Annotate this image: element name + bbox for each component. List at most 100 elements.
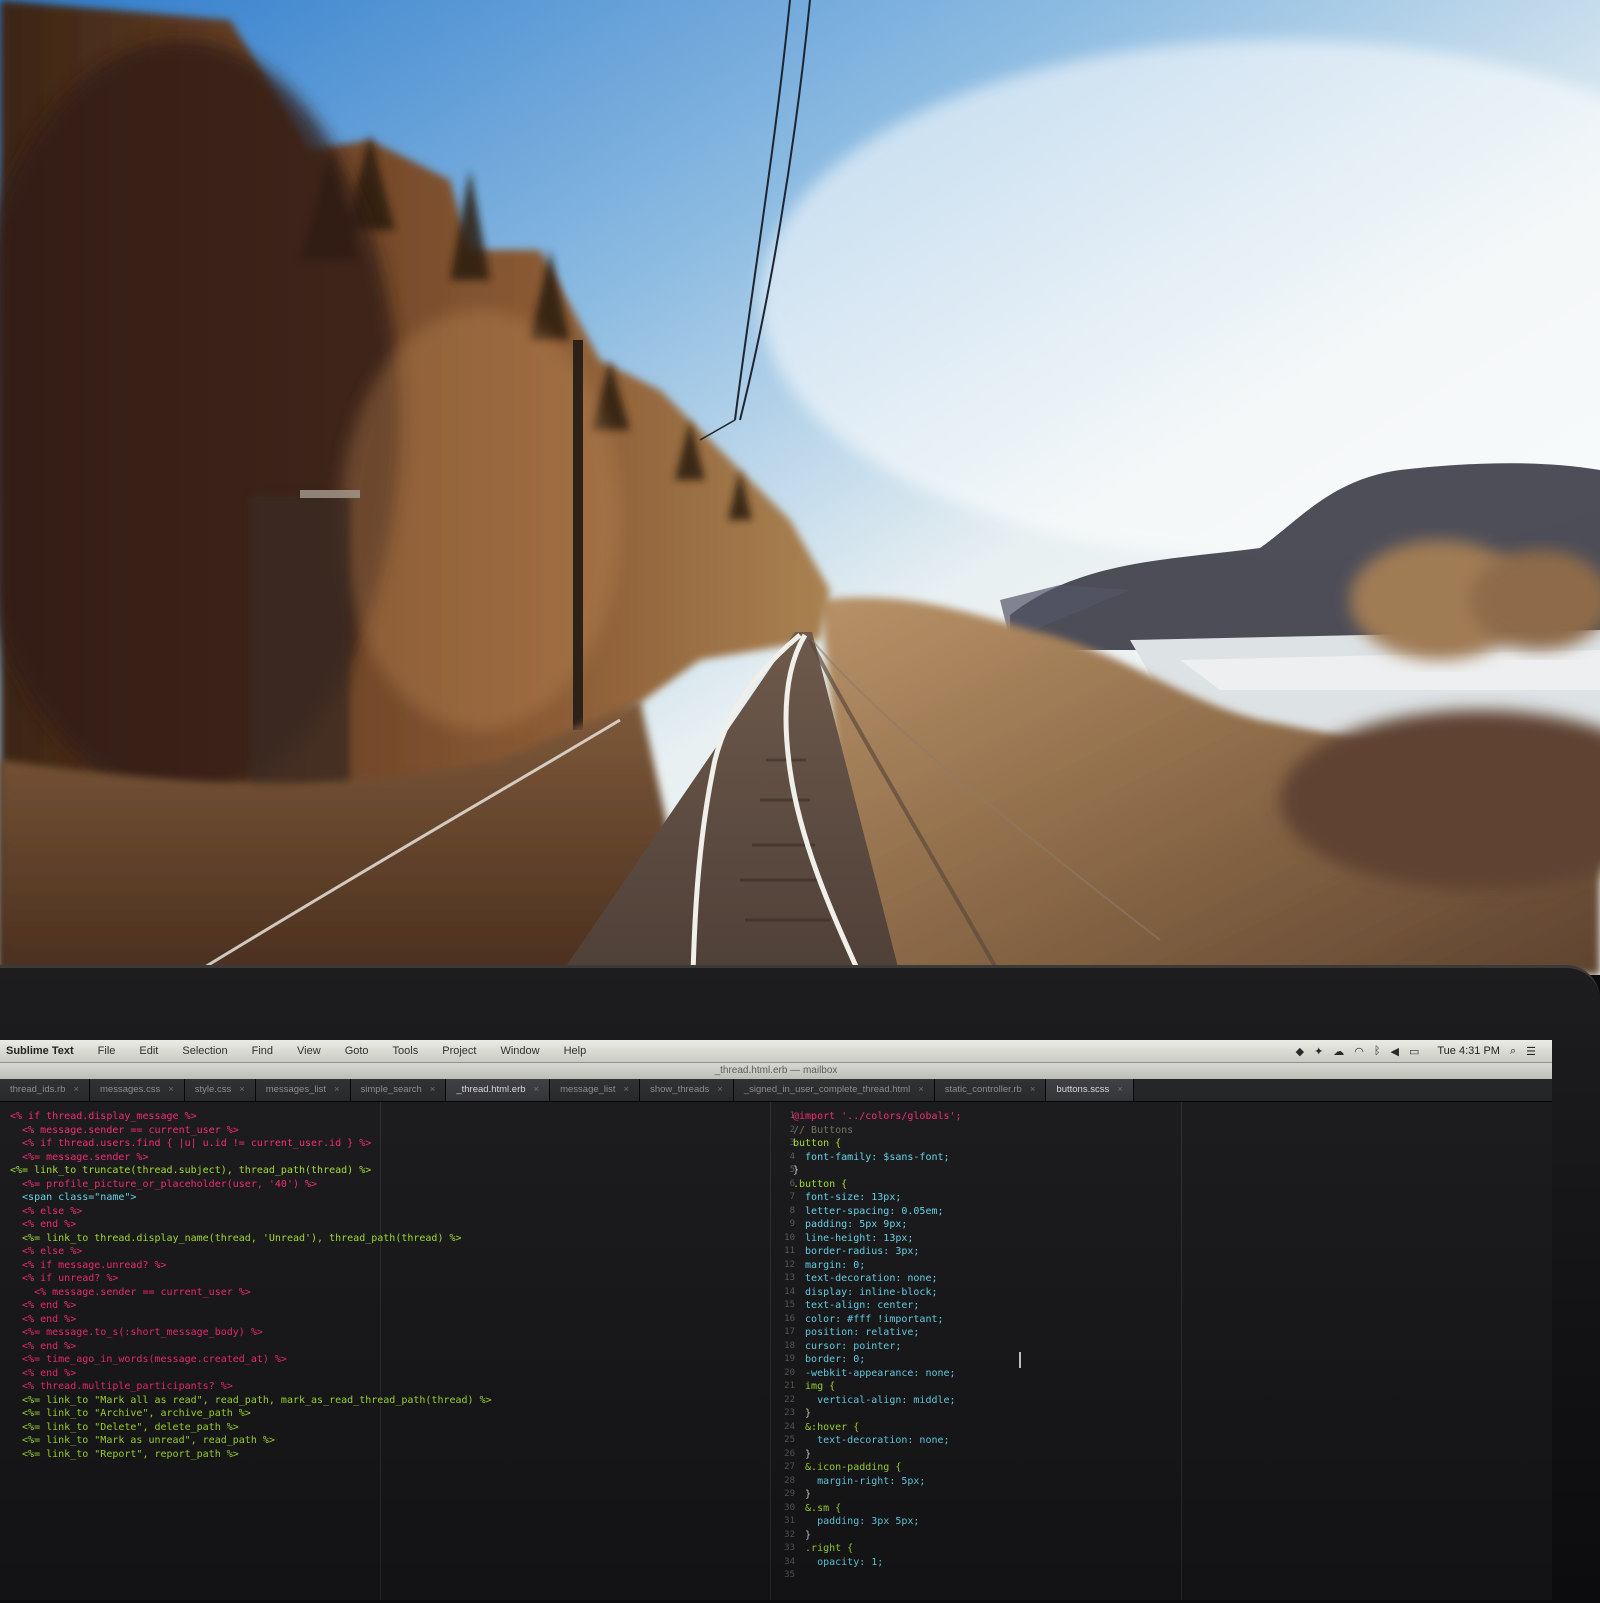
- code-line[interactable]: <span class="name">: [10, 1191, 492, 1205]
- menu-selection[interactable]: Selection: [170, 1045, 239, 1057]
- close-icon[interactable]: ×: [918, 1084, 924, 1095]
- bluetooth-icon[interactable]: ᛒ: [1374, 1045, 1381, 1057]
- tab-signed-in-user[interactable]: _signed_in_user_complete_thread.html ×: [733, 1079, 935, 1101]
- code-line[interactable]: <% end %>: [10, 1313, 492, 1327]
- close-icon[interactable]: ×: [1117, 1084, 1123, 1095]
- code-line[interactable]: // Buttons: [793, 1124, 962, 1138]
- code-line[interactable]: }: [793, 1164, 962, 1178]
- editor-pane-right[interactable]: 1 2 3 4 5 6 7 8 9 10 11 12 13 14 15 16 17 18 19 20 21 22 23 24 2…: [771, 1102, 1552, 1600]
- cloud-icon[interactable]: ☁: [1333, 1045, 1344, 1058]
- editor-pane-left[interactable]: <% if thread.display_message %> <% messa…: [0, 1102, 771, 1600]
- code-line[interactable]: }: [793, 1407, 962, 1421]
- code-line[interactable]: <%= link_to "Mark all as read", read_pat…: [10, 1394, 492, 1408]
- tab-messages-css[interactable]: messages.css ×: [90, 1079, 185, 1101]
- code-line[interactable]: img {: [793, 1380, 962, 1394]
- code-line[interactable]: .right {: [793, 1542, 962, 1556]
- code-line[interactable]: letter-spacing: 0.05em;: [793, 1205, 962, 1219]
- tab-static-controller[interactable]: static_controller.rb ×: [934, 1079, 1047, 1101]
- app-menu[interactable]: Sublime Text: [0, 1045, 86, 1057]
- close-icon[interactable]: ×: [239, 1084, 245, 1095]
- code-line[interactable]: button {: [793, 1137, 962, 1151]
- volume-icon[interactable]: ◀: [1391, 1045, 1399, 1058]
- close-icon[interactable]: ×: [168, 1084, 174, 1095]
- menu-find[interactable]: Find: [240, 1045, 285, 1057]
- code-line[interactable]: padding: 5px 9px;: [793, 1218, 962, 1232]
- code-line[interactable]: .button {: [793, 1178, 962, 1192]
- code-line[interactable]: <%= profile_picture_or_placeholder(user,…: [10, 1178, 492, 1192]
- code-line[interactable]: padding: 3px 5px;: [793, 1515, 962, 1529]
- code-line[interactable]: font-size: 13px;: [793, 1191, 962, 1205]
- code-line[interactable]: <% if thread.users.find { |u| u.id != cu…: [10, 1137, 492, 1151]
- code-line[interactable]: border-radius: 3px;: [793, 1245, 962, 1259]
- twitter-icon[interactable]: ✦: [1314, 1045, 1323, 1058]
- close-icon[interactable]: ×: [624, 1084, 630, 1095]
- menu-goto[interactable]: Goto: [333, 1045, 381, 1057]
- code-line[interactable]: <%= link_to "Delete", delete_path %>: [10, 1421, 492, 1435]
- code-line[interactable]: <% end %>: [10, 1299, 492, 1313]
- code-line[interactable]: margin-right: 5px;: [793, 1475, 962, 1489]
- code-line[interactable]: <% thread.multiple_participants? %>: [10, 1380, 492, 1394]
- tab-thread-erb[interactable]: _thread.html.erb ×: [446, 1079, 551, 1101]
- code-line[interactable]: cursor: pointer;: [793, 1340, 962, 1354]
- dropbox-icon[interactable]: ◆: [1296, 1045, 1304, 1058]
- code-line[interactable]: }: [793, 1448, 962, 1462]
- menubar-clock[interactable]: Tue 4:31 PM: [1437, 1045, 1500, 1057]
- code-line[interactable]: <%= message.sender %>: [10, 1151, 492, 1165]
- code-line[interactable]: }: [793, 1529, 962, 1543]
- menu-view[interactable]: View: [285, 1045, 333, 1057]
- code-line[interactable]: text-decoration: none;: [793, 1434, 962, 1448]
- code-line[interactable]: text-align: center;: [793, 1299, 962, 1313]
- code-line[interactable]: <% message.sender == current_user %>: [10, 1124, 492, 1138]
- menu-project[interactable]: Project: [430, 1045, 488, 1057]
- code-line[interactable]: }: [793, 1488, 962, 1502]
- code-line[interactable]: <%= link_to "Mark as unread", read_path …: [10, 1434, 492, 1448]
- battery-icon[interactable]: ▭: [1409, 1045, 1419, 1058]
- code-line[interactable]: <% else %>: [10, 1205, 492, 1219]
- close-icon[interactable]: ×: [430, 1084, 436, 1095]
- code-right[interactable]: @import '../colors/globals';// Buttons bu…: [793, 1110, 962, 1569]
- code-line[interactable]: <%= link_to thread.display_name(thread, …: [10, 1232, 492, 1246]
- code-line[interactable]: <% message.sender == current_user %>: [10, 1286, 492, 1300]
- code-line[interactable]: border: 0;: [793, 1353, 962, 1367]
- notification-center-icon[interactable]: ☰: [1526, 1045, 1536, 1058]
- tab-style-css[interactable]: style.css ×: [184, 1079, 256, 1101]
- close-icon[interactable]: ×: [334, 1084, 340, 1095]
- code-line[interactable]: <% if unread? %>: [10, 1272, 492, 1286]
- code-left[interactable]: <% if thread.display_message %> <% messa…: [10, 1110, 492, 1461]
- code-line[interactable]: &.sm {: [793, 1502, 962, 1516]
- menu-file[interactable]: File: [86, 1045, 128, 1057]
- tab-thread-ids[interactable]: thread_ids.rb ×: [0, 1079, 91, 1101]
- code-line[interactable]: &.icon-padding {: [793, 1461, 962, 1475]
- code-line[interactable]: text-decoration: none;: [793, 1272, 962, 1286]
- code-line[interactable]: &:hover {: [793, 1421, 962, 1435]
- spotlight-icon[interactable]: ⌕: [1510, 1045, 1516, 1058]
- code-line[interactable]: color: #fff !important;: [793, 1313, 962, 1327]
- tab-show-threads[interactable]: show_threads ×: [640, 1079, 734, 1101]
- code-line[interactable]: <% else %>: [10, 1245, 492, 1259]
- tab-message-list[interactable]: message_list ×: [550, 1079, 641, 1101]
- code-line[interactable]: <%= link_to "Archive", archive_path %>: [10, 1407, 492, 1421]
- code-line[interactable]: <%= time_ago_in_words(message.created_at…: [10, 1353, 492, 1367]
- code-line[interactable]: <% if message.unread? %>: [10, 1259, 492, 1273]
- close-icon[interactable]: ×: [717, 1084, 723, 1095]
- code-line[interactable]: <%= link_to truncate(thread.subject), th…: [10, 1164, 492, 1178]
- close-icon[interactable]: ×: [73, 1084, 79, 1095]
- code-line[interactable]: margin: 0;: [793, 1259, 962, 1273]
- code-line[interactable]: -webkit-appearance: none;: [793, 1367, 962, 1381]
- wifi-icon[interactable]: ◠: [1354, 1045, 1364, 1058]
- menu-edit[interactable]: Edit: [127, 1045, 170, 1057]
- code-line[interactable]: vertical-align: middle;: [793, 1394, 962, 1408]
- code-line[interactable]: <%= message.to_s(:short_message_body) %>: [10, 1326, 492, 1340]
- menu-window[interactable]: Window: [488, 1045, 551, 1057]
- tab-simple-search[interactable]: simple_search ×: [350, 1079, 447, 1101]
- menu-help[interactable]: Help: [552, 1045, 599, 1057]
- menu-tools[interactable]: Tools: [381, 1045, 431, 1057]
- code-line[interactable]: <% end %>: [10, 1218, 492, 1232]
- tab-messages-list[interactable]: messages_list ×: [255, 1079, 351, 1101]
- code-line[interactable]: <%= link_to "Report", report_path %>: [10, 1448, 492, 1462]
- code-line[interactable]: <% end %>: [10, 1367, 492, 1381]
- code-line[interactable]: position: relative;: [793, 1326, 962, 1340]
- close-icon[interactable]: ×: [534, 1084, 540, 1095]
- code-line[interactable]: line-height: 13px;: [793, 1232, 962, 1246]
- code-line[interactable]: <% end %>: [10, 1340, 492, 1354]
